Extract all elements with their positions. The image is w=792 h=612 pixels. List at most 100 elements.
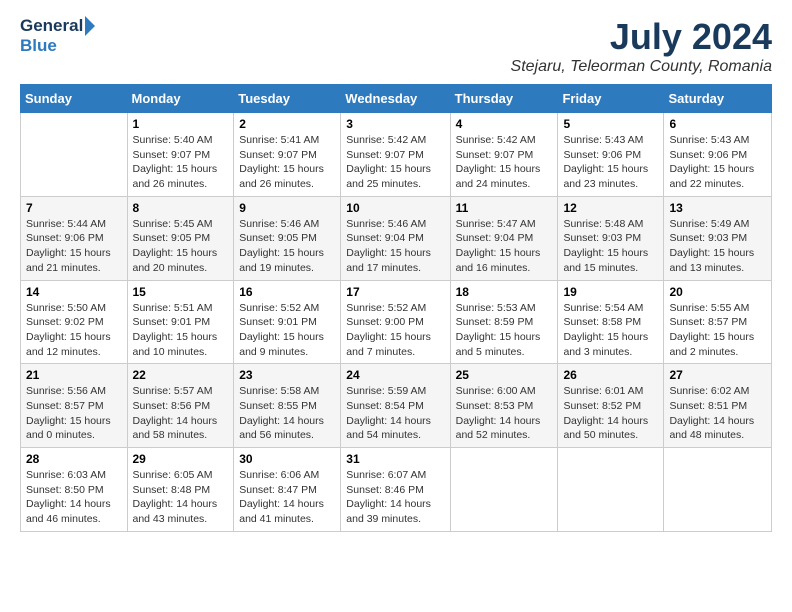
sunrise-text: Sunrise: 6:06 AM [239,468,335,483]
sunrise-text: Sunrise: 6:00 AM [456,384,553,399]
day-number: 24 [346,368,444,382]
day-number: 3 [346,117,444,131]
sunset-text: Sunset: 8:51 PM [669,399,766,414]
calendar-cell [21,113,128,197]
sunrise-text: Sunrise: 5:51 AM [133,301,229,316]
day-info: Sunrise: 5:58 AMSunset: 8:55 PMDaylight:… [239,384,335,443]
sunrise-text: Sunrise: 5:45 AM [133,217,229,232]
day-info: Sunrise: 5:41 AMSunset: 9:07 PMDaylight:… [239,133,335,192]
daylight-text: Daylight: 15 hours and 19 minutes. [239,246,335,275]
daylight-text: Daylight: 14 hours and 39 minutes. [346,497,444,526]
sunset-text: Sunset: 8:58 PM [563,315,658,330]
daylight-text: Daylight: 15 hours and 22 minutes. [669,162,766,191]
sunset-text: Sunset: 8:50 PM [26,483,122,498]
sunset-text: Sunset: 9:06 PM [563,148,658,163]
day-info: Sunrise: 5:57 AMSunset: 8:56 PMDaylight:… [133,384,229,443]
day-info: Sunrise: 5:48 AMSunset: 9:03 PMDaylight:… [563,217,658,276]
calendar-cell: 18Sunrise: 5:53 AMSunset: 8:59 PMDayligh… [450,280,558,364]
header-tuesday: Tuesday [234,85,341,113]
sunset-text: Sunset: 9:04 PM [346,231,444,246]
sunset-text: Sunset: 8:57 PM [26,399,122,414]
day-number: 7 [26,201,122,215]
day-number: 16 [239,285,335,299]
day-info: Sunrise: 5:55 AMSunset: 8:57 PMDaylight:… [669,301,766,360]
calendar-cell: 9Sunrise: 5:46 AMSunset: 9:05 PMDaylight… [234,196,341,280]
sunset-text: Sunset: 8:59 PM [456,315,553,330]
day-info: Sunrise: 5:42 AMSunset: 9:07 PMDaylight:… [456,133,553,192]
day-number: 19 [563,285,658,299]
sunrise-text: Sunrise: 5:41 AM [239,133,335,148]
day-number: 15 [133,285,229,299]
calendar-cell: 19 Sunrise: 5:54 AMSunset: 8:58 PMDayligh… [558,280,664,364]
daylight-text: Daylight: 15 hours and 3 minutes. [563,330,658,359]
calendar-cell: 30 Sunrise: 6:06 AMSunset: 8:47 PMDayligh… [234,448,341,532]
calendar-cell: 7Sunrise: 5:44 AMSunset: 9:06 PMDaylight… [21,196,128,280]
daylight-text: Daylight: 15 hours and 9 minutes. [239,330,335,359]
sunrise-text: Sunrise: 5:52 AM [346,301,444,316]
day-number: 21 [26,368,122,382]
sunrise-text: Sunrise: 6:05 AM [133,468,229,483]
sunrise-text: Sunrise: 5:42 AM [346,133,444,148]
calendar-cell: 29Sunrise: 6:05 AMSunset: 8:48 PMDayligh… [127,448,234,532]
calendar-cell: 14Sunrise: 5:50 AMSunset: 9:02 PMDayligh… [21,280,128,364]
calendar-cell: 8Sunrise: 5:45 AMSunset: 9:05 PMDaylight… [127,196,234,280]
daylight-text: Daylight: 15 hours and 23 minutes. [563,162,658,191]
daylight-text: Daylight: 15 hours and 7 minutes. [346,330,444,359]
daylight-text: Daylight: 14 hours and 50 minutes. [563,414,658,443]
day-info: Sunrise: 5:52 AMSunset: 9:01 PMDaylight:… [239,301,335,360]
sunrise-text: Sunrise: 5:58 AM [239,384,335,399]
title-block: July 2024 Stejaru, Teleorman County, Rom… [511,16,772,76]
sunset-text: Sunset: 9:01 PM [133,315,229,330]
day-info: Sunrise: 6:00 AMSunset: 8:53 PMDaylight:… [456,384,553,443]
calendar-cell: 3 Sunrise: 5:42 AMSunset: 9:07 PMDaylight… [341,113,450,197]
day-info: Sunrise: 6:05 AMSunset: 8:48 PMDaylight:… [133,468,229,527]
day-info: Sunrise: 6:03 AMSunset: 8:50 PMDaylight:… [26,468,122,527]
calendar-cell: 2Sunrise: 5:41 AMSunset: 9:07 PMDaylight… [234,113,341,197]
calendar-cell: 10Sunrise: 5:46 AMSunset: 9:04 PMDayligh… [341,196,450,280]
day-info: Sunrise: 5:54 AMSunset: 8:58 PMDaylight:… [563,301,658,360]
sunset-text: Sunset: 8:56 PM [133,399,229,414]
sunset-text: Sunset: 9:07 PM [133,148,229,163]
day-number: 1 [133,117,229,131]
sunset-text: Sunset: 9:07 PM [346,148,444,163]
day-info: Sunrise: 6:01 AMSunset: 8:52 PMDaylight:… [563,384,658,443]
calendar-cell: 25Sunrise: 6:00 AMSunset: 8:53 PMDayligh… [450,364,558,448]
calendar-cell: 6Sunrise: 5:43 AMSunset: 9:06 PMDaylight… [664,113,772,197]
day-info: Sunrise: 5:56 AMSunset: 8:57 PMDaylight:… [26,384,122,443]
day-number: 10 [346,201,444,215]
calendar-cell: 23Sunrise: 5:58 AMSunset: 8:55 PMDayligh… [234,364,341,448]
daylight-text: Daylight: 14 hours and 52 minutes. [456,414,553,443]
calendar-cell: 12Sunrise: 5:48 AMSunset: 9:03 PMDayligh… [558,196,664,280]
daylight-text: Daylight: 15 hours and 5 minutes. [456,330,553,359]
daylight-text: Daylight: 15 hours and 16 minutes. [456,246,553,275]
daylight-text: Daylight: 15 hours and 25 minutes. [346,162,444,191]
day-number: 30 [239,452,335,466]
day-number: 14 [26,285,122,299]
day-number: 28 [26,452,122,466]
daylight-text: Daylight: 15 hours and 0 minutes. [26,414,122,443]
header-saturday: Saturday [664,85,772,113]
sunrise-text: Sunrise: 6:03 AM [26,468,122,483]
day-number: 5 [563,117,658,131]
day-info: Sunrise: 5:53 AMSunset: 8:59 PMDaylight:… [456,301,553,360]
day-number: 8 [133,201,229,215]
daylight-text: Daylight: 14 hours and 56 minutes. [239,414,335,443]
header-sunday: Sunday [21,85,128,113]
daylight-text: Daylight: 15 hours and 15 minutes. [563,246,658,275]
day-number: 31 [346,452,444,466]
day-number: 26 [563,368,658,382]
daylight-text: Daylight: 14 hours and 41 minutes. [239,497,335,526]
calendar-cell: 17Sunrise: 5:52 AMSunset: 9:00 PMDayligh… [341,280,450,364]
day-info: Sunrise: 5:40 AMSunset: 9:07 PMDaylight:… [133,133,229,192]
calendar-cell [664,448,772,532]
sunset-text: Sunset: 8:47 PM [239,483,335,498]
daylight-text: Daylight: 14 hours and 54 minutes. [346,414,444,443]
header-monday: Monday [127,85,234,113]
sunset-text: Sunset: 9:03 PM [563,231,658,246]
logo-general-text: General [20,16,83,36]
sunrise-text: Sunrise: 5:44 AM [26,217,122,232]
day-info: Sunrise: 5:46 AMSunset: 9:05 PMDaylight:… [239,217,335,276]
sunrise-text: Sunrise: 5:55 AM [669,301,766,316]
daylight-text: Daylight: 15 hours and 21 minutes. [26,246,122,275]
sunrise-text: Sunrise: 5:49 AM [669,217,766,232]
